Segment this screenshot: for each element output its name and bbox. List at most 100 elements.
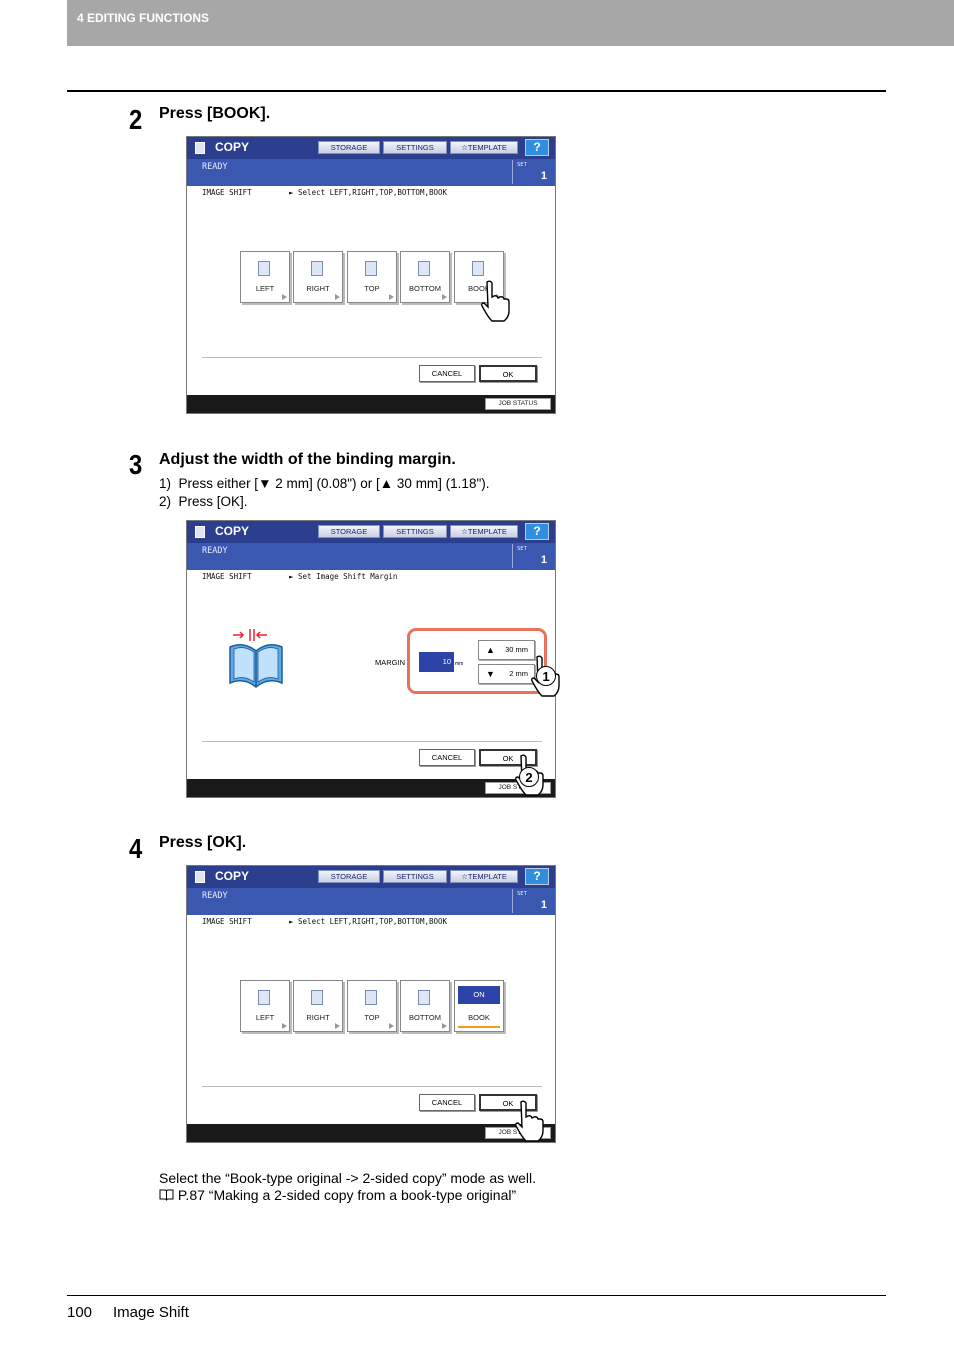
pointing-hand-icon [515, 1100, 544, 1142]
settings-button[interactable]: SETTINGS [383, 525, 447, 538]
decrease-margin-button[interactable]: ▼ 2 mm [478, 664, 535, 684]
set-count: 1 [540, 170, 547, 182]
help-button[interactable]: ? [525, 868, 549, 885]
left-label: LEFT [255, 1013, 275, 1022]
set-count: 1 [540, 554, 547, 566]
storage-button[interactable]: STORAGE [318, 870, 380, 883]
margin-unit: mm [455, 661, 464, 667]
screen-bottom-bar: JOB STATUS [187, 779, 555, 797]
ready-status: READY [202, 546, 228, 556]
right-button[interactable]: RIGHT [293, 980, 343, 1032]
help-button[interactable]: ? [525, 523, 549, 540]
top-button[interactable]: TOP [347, 251, 397, 303]
screen-bottom-bar: JOB STATUS [187, 395, 555, 413]
copier-screen-step3: COPY STORAGE SETTINGS ☆TEMPLATE ? READY … [186, 520, 556, 798]
left-label: LEFT [255, 284, 275, 293]
reference-link[interactable]: P.87 “Making a 2-sided copy from a book-… [159, 1187, 516, 1203]
substep-text: 30 mm] (1.18"). [396, 476, 490, 491]
mode-label: IMAGE SHIFT [202, 572, 252, 581]
selected-underline [458, 1026, 500, 1028]
bottom-shift-icon [418, 261, 430, 276]
star-icon: ☆ [461, 143, 468, 152]
left-button[interactable]: LEFT [240, 980, 290, 1032]
step-number: 3 [129, 449, 143, 480]
copy-icon [195, 142, 205, 154]
callout-2: 2 [519, 767, 539, 787]
screen-top-bar: COPY STORAGE SETTINGS ☆TEMPLATE ? [187, 137, 555, 159]
bottom-label: BOTTOM [409, 1013, 441, 1022]
step-heading: Press [BOOK]. [159, 105, 271, 122]
copy-label: COPY [215, 140, 250, 154]
instruction-message: ► Set Image Shift Margin [289, 572, 398, 581]
job-status-button[interactable]: JOB STATUS [485, 398, 551, 410]
template-button[interactable]: ☆TEMPLATE [450, 870, 518, 883]
book-reference-icon [159, 1189, 174, 1201]
set-count: 1 [540, 899, 547, 911]
right-shift-icon [311, 261, 323, 276]
template-label: TEMPLATE [467, 143, 507, 152]
substep: 2) Press [OK]. [159, 494, 248, 509]
right-label: RIGHT [306, 284, 330, 293]
status-bar: READY SET 1 [187, 159, 555, 186]
left-button[interactable]: LEFT [240, 251, 290, 303]
template-button[interactable]: ☆TEMPLATE [450, 525, 518, 538]
set-label: SET [517, 162, 527, 168]
status-bar: READY SET 1 [187, 543, 555, 570]
screen-bottom-bar: JOB STATUS [187, 1124, 555, 1142]
reference-text: P.87 “Making a 2-sided copy from a book-… [177, 1187, 517, 1203]
footer-title: Image Shift [113, 1304, 189, 1321]
left-shift-icon [258, 261, 270, 276]
margin-label: MARGIN [375, 658, 405, 667]
settings-button[interactable]: SETTINGS [383, 870, 447, 883]
bottom-button[interactable]: BOTTOM [400, 251, 450, 303]
increase-margin-button[interactable]: ▲ 30 mm [478, 640, 535, 660]
footer-rule [67, 1295, 886, 1296]
right-shift-icon [311, 990, 323, 1005]
ok-button[interactable]: OK [479, 365, 537, 382]
ready-status: READY [202, 891, 228, 901]
note-text: Select the “Book-type original -> 2-side… [159, 1170, 537, 1186]
margin-value-field[interactable]: 10 [419, 652, 454, 672]
ready-status: READY [202, 162, 228, 172]
copy-label: COPY [215, 869, 250, 883]
substep-text: Press [OK]. [178, 494, 248, 509]
chapter-title: 4 EDITING FUNCTIONS [77, 11, 210, 25]
cancel-button[interactable]: CANCEL [419, 365, 475, 382]
substep-number: 2) [159, 494, 172, 509]
set-counter: SET 1 [512, 544, 553, 568]
book-icon [472, 261, 484, 276]
instruction-message: ► Select LEFT,RIGHT,TOP,BOTTOM,BOOK [289, 188, 448, 197]
status-bar: READY SET 1 [187, 888, 555, 915]
divider [202, 741, 542, 742]
book-button-selected[interactable]: ON BOOK [454, 980, 504, 1032]
set-label: SET [517, 546, 527, 552]
page-number: 100 [67, 1304, 93, 1321]
top-label: TOP [364, 284, 380, 293]
settings-button[interactable]: SETTINGS [383, 141, 447, 154]
cancel-button[interactable]: CANCEL [419, 749, 475, 766]
substep-text: 2 mm] (0.08") or [ [275, 476, 380, 491]
cancel-button[interactable]: CANCEL [419, 1094, 475, 1111]
step-number: 2 [129, 104, 143, 135]
mode-label: IMAGE SHIFT [202, 917, 252, 926]
step-heading: Adjust the width of the binding margin. [159, 451, 456, 468]
bottom-shift-icon [418, 990, 430, 1005]
top-button[interactable]: TOP [347, 980, 397, 1032]
storage-button[interactable]: STORAGE [318, 141, 380, 154]
divider [202, 1086, 542, 1087]
pointing-hand-icon [481, 280, 510, 322]
star-icon: ☆ [461, 872, 468, 881]
template-button[interactable]: ☆TEMPLATE [450, 141, 518, 154]
instruction-message: ► Select LEFT,RIGHT,TOP,BOTTOM,BOOK [289, 917, 448, 926]
copier-screen-step4: COPY STORAGE SETTINGS ☆TEMPLATE ? READY … [186, 865, 556, 1143]
step-heading: Press [OK]. [159, 834, 247, 851]
help-button[interactable]: ? [525, 139, 549, 156]
right-label: RIGHT [306, 1013, 330, 1022]
down-arrow-icon: ▼ [486, 669, 495, 679]
bottom-label: BOTTOM [409, 284, 441, 293]
storage-button[interactable]: STORAGE [318, 525, 380, 538]
right-button[interactable]: RIGHT [293, 251, 343, 303]
substep: 1) Press either [▼ 2 mm] (0.08") or [▲ 3… [159, 476, 490, 491]
top-rule [67, 90, 886, 92]
bottom-button[interactable]: BOTTOM [400, 980, 450, 1032]
